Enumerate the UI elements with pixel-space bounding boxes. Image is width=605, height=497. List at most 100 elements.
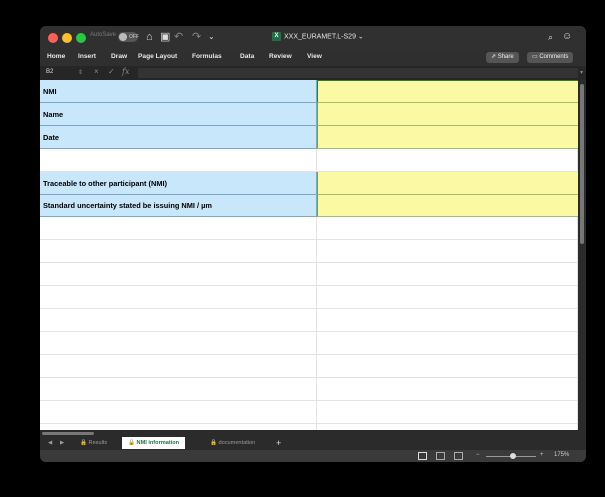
- zoom-slider[interactable]: [486, 453, 536, 459]
- zoom-level[interactable]: 175%: [554, 452, 569, 458]
- empty-cell[interactable]: [40, 309, 317, 332]
- blank-row: [40, 263, 578, 286]
- label-cell[interactable]: Traceable to other participant (NMI): [40, 172, 317, 195]
- empty-cell[interactable]: [317, 263, 578, 286]
- empty-cell[interactable]: [40, 217, 317, 240]
- blank-row: [40, 332, 578, 355]
- customize-toolbar-icon[interactable]: ⌄: [208, 30, 215, 44]
- comments-label: Comments: [539, 54, 569, 60]
- next-sheet-icon[interactable]: ▶: [60, 437, 64, 449]
- sheet-tab-label: NMI information: [136, 440, 180, 446]
- comment-icon: ▭: [532, 54, 538, 60]
- input-cell[interactable]: [317, 80, 578, 103]
- share-button[interactable]: ⇗ Share: [486, 52, 519, 63]
- empty-cell[interactable]: [317, 332, 578, 355]
- ribbon-tabs: Home Insert Draw Page Layout Formulas Da…: [40, 50, 586, 66]
- autosave-toggle[interactable]: OFF: [118, 32, 139, 42]
- blank-row: [40, 401, 578, 424]
- previous-sheet-icon[interactable]: ◀: [48, 437, 52, 449]
- vertical-scrollbar[interactable]: [578, 80, 586, 430]
- empty-cell[interactable]: [317, 217, 578, 240]
- empty-cell[interactable]: [40, 286, 317, 309]
- label-cell[interactable]: Standard uncertainty stated be issuing N…: [40, 195, 317, 217]
- document-title-text: XXX_EURAMET.L-S29: [284, 33, 356, 41]
- account-icon[interactable]: ☺: [562, 30, 572, 44]
- autosave-label: AutoSave: [90, 32, 117, 38]
- vertical-scroll-thumb[interactable]: [580, 84, 584, 244]
- insert-function-icon[interactable]: fx: [122, 67, 129, 76]
- home-icon[interactable]: ⌂: [146, 30, 153, 44]
- tab-data[interactable]: Data: [240, 53, 254, 60]
- empty-cell[interactable]: [40, 332, 317, 355]
- document-title: X XXX_EURAMET.L-S29 ⌄: [272, 32, 364, 41]
- input-cell[interactable]: [317, 103, 578, 126]
- zoom-slider-thumb[interactable]: [510, 453, 516, 459]
- zoom-out-button[interactable]: −: [476, 452, 480, 458]
- sheet-tab-nmi-information[interactable]: 🔒 NMI information: [122, 437, 186, 449]
- undo-icon[interactable]: ↶: [174, 30, 183, 44]
- row-label: Traceable to other participant (NMI): [43, 179, 168, 188]
- empty-cell[interactable]: [40, 240, 317, 263]
- lock-icon: 🔒: [128, 440, 135, 446]
- horizontal-scroll-thumb[interactable]: [42, 432, 94, 435]
- input-cell[interactable]: [317, 126, 578, 149]
- search-icon[interactable]: ⌕: [548, 30, 553, 44]
- cancel-formula-icon[interactable]: ×: [94, 67, 99, 76]
- share-icon: ⇗: [491, 54, 497, 60]
- empty-cell[interactable]: [317, 378, 578, 401]
- tab-review[interactable]: Review: [269, 53, 292, 60]
- horizontal-scrollbar[interactable]: [40, 430, 578, 437]
- label-cell[interactable]: Date: [40, 126, 317, 149]
- empty-cell[interactable]: [40, 401, 317, 424]
- empty-cell[interactable]: [317, 401, 578, 424]
- close-window-button[interactable]: [48, 33, 58, 43]
- blank-row: [40, 286, 578, 309]
- input-cell[interactable]: [317, 195, 578, 217]
- empty-cell[interactable]: [317, 286, 578, 309]
- empty-cell[interactable]: [40, 355, 317, 378]
- lock-icon: 🔒: [80, 440, 87, 446]
- formula-input[interactable]: [138, 68, 578, 78]
- input-cell[interactable]: [317, 172, 578, 195]
- comments-button[interactable]: ▭ Comments: [527, 52, 574, 63]
- redo-icon[interactable]: ↷: [192, 30, 201, 44]
- tab-home[interactable]: Home: [47, 53, 65, 60]
- zoom-in-button[interactable]: +: [540, 452, 544, 458]
- row-label: Date: [43, 133, 60, 142]
- label-cell[interactable]: NMI: [40, 80, 317, 103]
- sheet-row: [40, 149, 578, 172]
- title-bar: AutoSave OFF ⌂ ▣ ↶ ↷ ⌄ X XXX_EURAMET.L-S2…: [40, 26, 586, 50]
- add-sheet-button[interactable]: +: [276, 437, 281, 449]
- empty-cell[interactable]: [317, 309, 578, 332]
- save-icon[interactable]: ▣: [160, 30, 170, 44]
- zoom-window-button[interactable]: [76, 33, 86, 43]
- blank-row: [40, 378, 578, 401]
- empty-cell[interactable]: [317, 355, 578, 378]
- sheet-tab-bar: ◀ ▶ 🔒 Results 🔒 NMI information 🔒 docume…: [40, 437, 586, 450]
- empty-cell[interactable]: [40, 378, 317, 401]
- row-label: Name: [43, 110, 64, 119]
- enter-formula-icon[interactable]: ✓: [108, 67, 115, 76]
- name-box[interactable]: B2: [46, 69, 53, 75]
- name-box-stepper-icon[interactable]: ⇕: [78, 69, 83, 76]
- tab-insert[interactable]: Insert: [78, 53, 96, 60]
- empty-cell[interactable]: [317, 149, 578, 172]
- tab-view[interactable]: View: [307, 53, 322, 60]
- page-break-view-icon[interactable]: [454, 452, 463, 460]
- tab-page-layout[interactable]: Page Layout: [138, 53, 177, 60]
- normal-view-icon[interactable]: [418, 452, 427, 460]
- page-layout-view-icon[interactable]: [436, 452, 445, 460]
- sheet-tab-results[interactable]: 🔒 Results: [80, 437, 107, 449]
- tab-draw[interactable]: Draw: [111, 53, 127, 60]
- tab-formulas[interactable]: Formulas: [192, 53, 222, 60]
- empty-cell[interactable]: [317, 240, 578, 263]
- minimize-window-button[interactable]: [62, 33, 72, 43]
- status-bar: − + 175%: [40, 450, 586, 462]
- row-label: NMI: [43, 87, 57, 96]
- expand-formula-bar-icon[interactable]: ▾: [580, 69, 583, 76]
- empty-cell[interactable]: [40, 149, 317, 172]
- empty-cell[interactable]: [40, 263, 317, 286]
- sheet-tab-documentation[interactable]: 🔒 documentation: [210, 437, 255, 449]
- sheet-tab-label: documentation: [218, 440, 256, 446]
- label-cell[interactable]: Name: [40, 103, 317, 126]
